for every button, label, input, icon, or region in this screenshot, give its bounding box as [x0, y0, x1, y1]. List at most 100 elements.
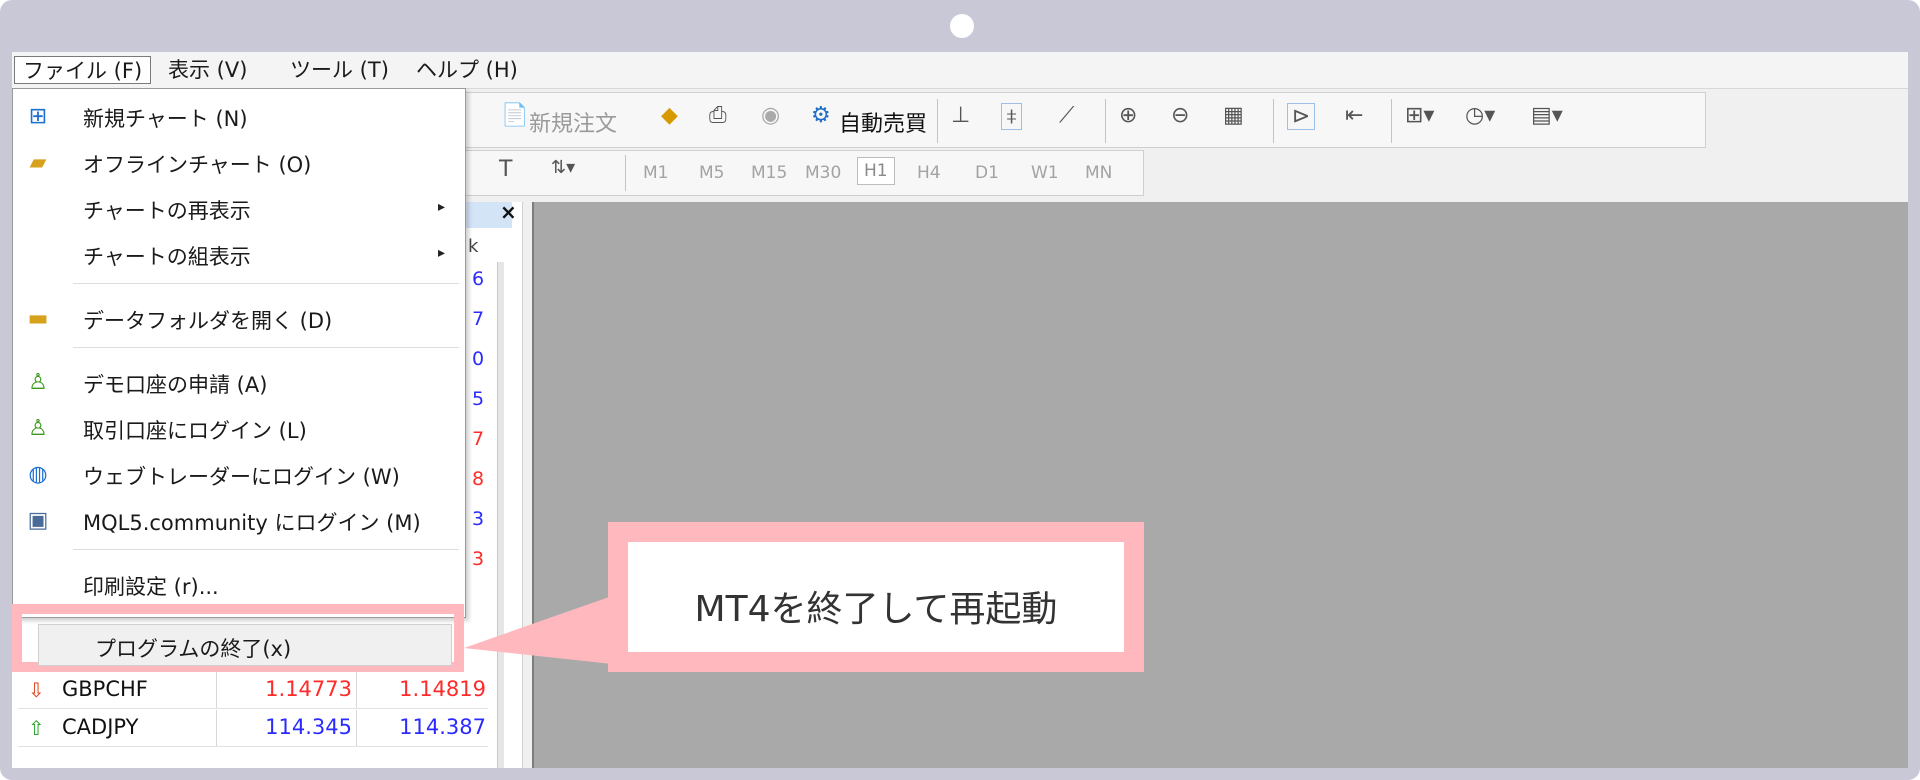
- bid-price: 114.345: [265, 715, 352, 739]
- timeframe-m30[interactable]: M30: [805, 163, 841, 183]
- add-user-icon: ♙: [28, 370, 48, 395]
- column-divider: [216, 710, 217, 746]
- zoom-out-icon[interactable]: ⊖: [1171, 103, 1189, 128]
- submenu-arrow-icon: ▸: [438, 199, 446, 215]
- price-edge: 8: [472, 468, 485, 490]
- periods-icon[interactable]: ◷▾: [1465, 103, 1495, 128]
- tile-windows-icon[interactable]: ▦: [1223, 103, 1244, 128]
- new-order-button[interactable]: 新規注文: [529, 106, 617, 138]
- main-toolbar: 📄 新規注文 ◆ ⎙ ◉ ⚙ 自動売買 ⊥ ⧧ ⟋ ⊕ ⊖ ▦ ⊳ ⇤ ⊞▾ ◷…: [464, 92, 1706, 148]
- price-edge: 3: [472, 548, 485, 570]
- timeframe-toolbar: T ⇅▾ M1 M5 M15 M30 H1 H4 D1 W1 MN: [464, 150, 1144, 196]
- menu-item-label: オフラインチャート (O): [83, 153, 312, 177]
- book-icon[interactable]: ◆: [661, 103, 678, 128]
- menu-item-profiles[interactable]: チャートの組表示 ▸: [13, 235, 465, 275]
- templates-icon[interactable]: ▤▾: [1531, 103, 1563, 128]
- menu-item-login-mql5[interactable]: ▣ MQL5.community にログイン (M): [13, 501, 465, 541]
- new-order-icon[interactable]: 📄: [501, 103, 528, 128]
- folder-icon: ▬: [27, 306, 49, 331]
- indicators-icon[interactable]: ⊞▾: [1405, 103, 1434, 128]
- arrows-tool-icon[interactable]: ⇅▾: [551, 157, 575, 178]
- column-divider: [356, 710, 357, 746]
- timeframe-h1[interactable]: H1: [857, 157, 895, 185]
- timeframe-w1[interactable]: W1: [1031, 163, 1059, 183]
- menu-separator: [73, 283, 459, 284]
- callout-annotation: MT4を終了して再起動: [608, 522, 1144, 672]
- toolbar-separator: [1273, 99, 1274, 143]
- zoom-in-icon[interactable]: ⊕: [1119, 103, 1137, 128]
- table-row[interactable]: ⇩ GBPCHF 1.14773 1.14819: [18, 672, 488, 709]
- auto-scroll-icon[interactable]: ⊳: [1287, 103, 1316, 130]
- mql5-icon: ▣: [27, 508, 49, 533]
- mt4-window: ファイル (F) 表示 (V) ツール (T) ヘルプ (H) 📄 新規注文 ◆…: [12, 52, 1908, 768]
- timeframe-m15[interactable]: M15: [751, 163, 787, 183]
- chart-area[interactable]: [532, 202, 1908, 768]
- auto-trading-button[interactable]: 自動売買: [839, 106, 927, 138]
- bar-chart-icon[interactable]: ⊥: [951, 103, 970, 128]
- price-edge: 6: [472, 268, 485, 290]
- menu-item-reload-chart[interactable]: チャートの再表示 ▸: [13, 189, 465, 229]
- timeframe-m1[interactable]: M1: [643, 163, 668, 183]
- menu-item-open-data-folder[interactable]: ▬ データフォルダを開く (D): [13, 299, 465, 339]
- menu-item-login-account[interactable]: ♙ 取引口座にログイン (L): [13, 409, 465, 449]
- timeframe-mn[interactable]: MN: [1085, 163, 1112, 183]
- line-chart-icon[interactable]: ⟋: [1059, 103, 1074, 128]
- menu-item-exit[interactable]: プログラムの終了(x): [38, 624, 452, 666]
- down-arrow-icon: ⇩: [28, 678, 45, 702]
- price-edge: 7: [472, 308, 485, 330]
- column-divider: [216, 672, 217, 708]
- menu-item-login-webtrader[interactable]: ◍ ウェブトレーダーにログイン (W): [13, 455, 465, 495]
- text-tool-icon[interactable]: T: [499, 157, 512, 182]
- close-icon[interactable]: ×: [500, 200, 517, 224]
- timeframe-m5[interactable]: M5: [699, 163, 724, 183]
- price-edge: 5: [472, 388, 485, 410]
- menu-item-label: 印刷設定 (r)...: [83, 575, 219, 599]
- toolbar-separator: [1391, 99, 1392, 143]
- login-user-icon: ♙: [28, 416, 48, 441]
- bid-price: 1.14773: [265, 677, 352, 701]
- menu-separator: [73, 347, 459, 348]
- camera-dot: [950, 14, 974, 38]
- menu-item-label: データフォルダを開く (D): [83, 309, 333, 333]
- menu-item-new-chart[interactable]: ⊞ 新規チャート (N): [13, 97, 465, 137]
- device-frame: ファイル (F) 表示 (V) ツール (T) ヘルプ (H) 📄 新規注文 ◆…: [0, 0, 1920, 780]
- column-divider: [356, 672, 357, 708]
- menu-item-label: デモ口座の申請 (A): [83, 373, 268, 397]
- menu-item-offline-chart[interactable]: ▰ オフラインチャート (O): [13, 143, 465, 183]
- file-menu-dropdown: ⊞ 新規チャート (N) ▰ オフラインチャート (O) チャートの再表示 ▸ …: [12, 88, 466, 618]
- menu-item-demo-account[interactable]: ♙ デモ口座の申請 (A): [13, 363, 465, 403]
- scrollbar[interactable]: [497, 262, 504, 768]
- globe-icon: ◍: [28, 462, 48, 487]
- timeframe-d1[interactable]: D1: [975, 163, 999, 183]
- up-arrow-icon: ⇧: [28, 716, 45, 740]
- symbol-name: GBPCHF: [62, 677, 148, 701]
- menu-item-label: プログラムの終了(x): [95, 637, 292, 661]
- candlestick-icon[interactable]: ⧧: [1001, 103, 1023, 130]
- menubar: ファイル (F) 表示 (V) ツール (T) ヘルプ (H): [12, 52, 1908, 89]
- menu-separator: [73, 549, 459, 550]
- exit-highlight: プログラムの終了(x): [12, 604, 464, 672]
- column-header-edge: k: [468, 236, 479, 257]
- menu-item-label: 新規チャート (N): [83, 107, 248, 131]
- chart-shift-icon[interactable]: ⇤: [1345, 103, 1363, 128]
- menu-tools[interactable]: ツール (T): [282, 56, 397, 84]
- callout-box: MT4を終了して再起動: [628, 542, 1124, 652]
- price-edge: 0: [472, 348, 485, 370]
- menu-item-print-setup[interactable]: 印刷設定 (r)...: [13, 565, 465, 605]
- table-row[interactable]: ⇧ CADJPY 114.345 114.387: [18, 710, 488, 747]
- history-icon[interactable]: ⎙: [709, 103, 727, 128]
- menu-file[interactable]: ファイル (F): [14, 56, 152, 84]
- signal-icon[interactable]: ◉: [761, 103, 780, 128]
- menu-item-label: チャートの再表示: [83, 199, 251, 223]
- callout-pointer: [464, 596, 612, 664]
- price-edge: 7: [472, 428, 485, 450]
- ask-price: 1.14819: [399, 677, 486, 701]
- auto-trading-icon[interactable]: ⚙: [811, 103, 831, 128]
- menu-view[interactable]: 表示 (V): [160, 56, 255, 84]
- open-folder-icon: ▰: [29, 150, 47, 175]
- menu-help[interactable]: ヘルプ (H): [408, 56, 526, 84]
- menu-item-label: MQL5.community にログイン (M): [83, 511, 421, 535]
- menu-item-label: チャートの組表示: [83, 245, 251, 269]
- submenu-arrow-icon: ▸: [438, 245, 446, 261]
- timeframe-h4[interactable]: H4: [917, 163, 941, 183]
